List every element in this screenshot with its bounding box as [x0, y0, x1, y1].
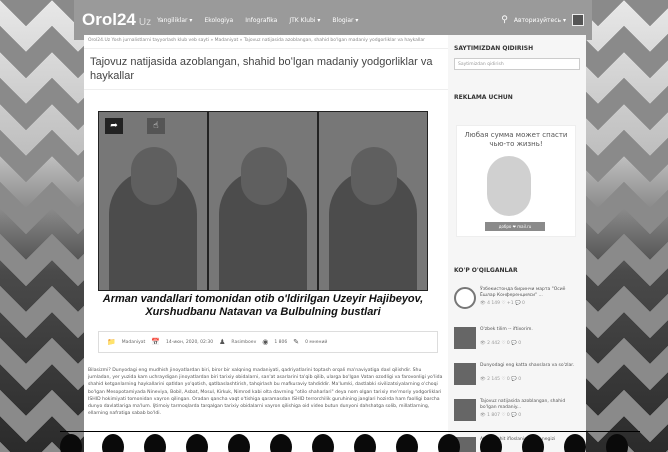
search-heading: SAYTIMIZDAN QIDIRISH — [454, 45, 534, 52]
list-item[interactable]: Dunyodagi eng katta shaxslara va so'zlar… — [454, 363, 582, 393]
popular-stats: 👁 1 807 ♡ 0 💬 0 — [480, 413, 522, 418]
meta-category[interactable]: Madaniyat — [122, 340, 146, 345]
menu-item-bloglar[interactable]: Blogiar ▾ — [332, 17, 358, 24]
article-body: Bilasizmi? Dunyodagi eng mudhish jinoyat… — [88, 368, 443, 417]
main-menu: Yangiliklar ▾ Ekologiya Infografika JTK … — [157, 17, 358, 24]
bottom-text-fragment — [60, 430, 640, 452]
ad-banner[interactable]: Любая сумма может спасти чью-то жизнь! д… — [456, 125, 576, 237]
menu-item-jtk-klubi[interactable]: JTK Klubi ▾ — [289, 17, 320, 24]
divider — [60, 431, 640, 432]
thumb-up-icon[interactable]: ☝ — [147, 118, 165, 134]
popular-stats: 👁 2 145 ♡ 0 💬 0 — [480, 377, 522, 382]
meta-date: 14-июн, 2020, 02:30 — [165, 339, 214, 345]
bust-photo-1: ➦ ☝ — [98, 111, 208, 291]
meta-author[interactable]: Rasimboev — [231, 340, 256, 345]
user-icon: ♟ — [219, 338, 226, 346]
popular-thumbnail — [454, 327, 476, 349]
popular-title[interactable]: Ўзбекистонда биринчи марта "Осиё Ёшлар К… — [480, 287, 580, 299]
eye-icon: ◉ — [262, 338, 269, 346]
folder-icon: 📁 — [107, 338, 116, 346]
bust-photo-3 — [318, 111, 428, 291]
top-navbar: Orol24 Uz Yangiliklar ▾ Ekologiya Infogra… — [74, 0, 592, 40]
popular-thumbnail — [454, 363, 476, 385]
avatar[interactable] — [572, 14, 584, 26]
popular-thumbnail — [454, 399, 476, 421]
login-link[interactable]: Авторизуйтесь ▾ — [514, 17, 566, 24]
search-icon[interactable]: ⚲ — [501, 15, 508, 25]
meta-views: 1 806 — [274, 339, 288, 345]
sidebar-search-input[interactable]: Saytimizdan qidirish — [454, 58, 580, 70]
ad-text: Любая сумма может спасти чью-то жизнь! — [464, 131, 568, 148]
list-item[interactable]: O'zbek tilim -- iftixorim. 👁 2 442 ♡ 0 💬… — [454, 327, 582, 357]
share-icon[interactable]: ➦ — [105, 118, 123, 134]
sidebar: SAYTIMIZDAN QIDIRISH Saytimizdan qidiris… — [448, 35, 586, 452]
popular-title[interactable]: Tajovuz natijasida azoblangan, shahid bo… — [480, 399, 580, 411]
menu-item-yangiliklar[interactable]: Yangiliklar ▾ — [157, 17, 192, 24]
list-item[interactable]: Ўзбекистонда биринчи марта "Осиё Ёшлар К… — [454, 287, 582, 317]
popular-heading: KO'P O'QILGANLAR — [454, 267, 518, 274]
popular-title[interactable]: Dunyodagi eng katta shaxslara va so'zlar… — [480, 363, 580, 369]
bust-photo-2 — [208, 111, 318, 291]
nav-right: ⚲ Авторизуйтесь ▾ — [501, 14, 584, 26]
ads-heading: REKLAMA UCHUN — [454, 94, 513, 101]
image-caption: Arman vandallari tomonidan otib o'ldiril… — [102, 293, 424, 318]
list-item[interactable]: Tajovuz natijasida azoblangan, shahid bo… — [454, 399, 582, 429]
article-image: ➦ ☝ — [98, 111, 428, 291]
popular-thumbnail — [454, 287, 476, 309]
logo-suffix: Uz — [138, 17, 152, 28]
site-logo[interactable]: Orol24 Uz — [82, 10, 151, 30]
meta-comments[interactable]: 0 мнений — [305, 340, 327, 345]
cropped-letters — [60, 430, 640, 452]
popular-stats: 👁 2 442 ♡ 0 💬 0 — [480, 341, 522, 346]
menu-item-infografika[interactable]: Infografika — [245, 17, 277, 24]
comment-icon: ✎ — [293, 338, 300, 346]
menu-item-ekologiya[interactable]: Ekologiya — [204, 17, 233, 24]
popular-title[interactable]: O'zbek tilim -- iftixorim. — [480, 327, 580, 333]
popular-stats: 👁 4 149 ♡ +1 💬 0 — [480, 301, 525, 306]
logo-text: Orol24 — [82, 10, 136, 29]
article-title: Tajovuz natijasida azoblangan, shahid bo… — [90, 56, 433, 82]
ad-logo: добро ❤ mail.ru — [485, 222, 545, 231]
article-meta: 📁 Madaniyat 📅 14-июн, 2020, 02:30 ♟ Rasi… — [98, 331, 438, 353]
breadcrumb[interactable]: Orol24.Uz Yosh jurnalistlarni tayyorlash… — [84, 35, 448, 44]
calendar-icon: 📅 — [151, 338, 160, 346]
ad-illustration — [487, 156, 531, 216]
article-container: Orol24.Uz Yosh jurnalistlarni tayyorlash… — [84, 35, 448, 452]
divider — [84, 89, 448, 90]
